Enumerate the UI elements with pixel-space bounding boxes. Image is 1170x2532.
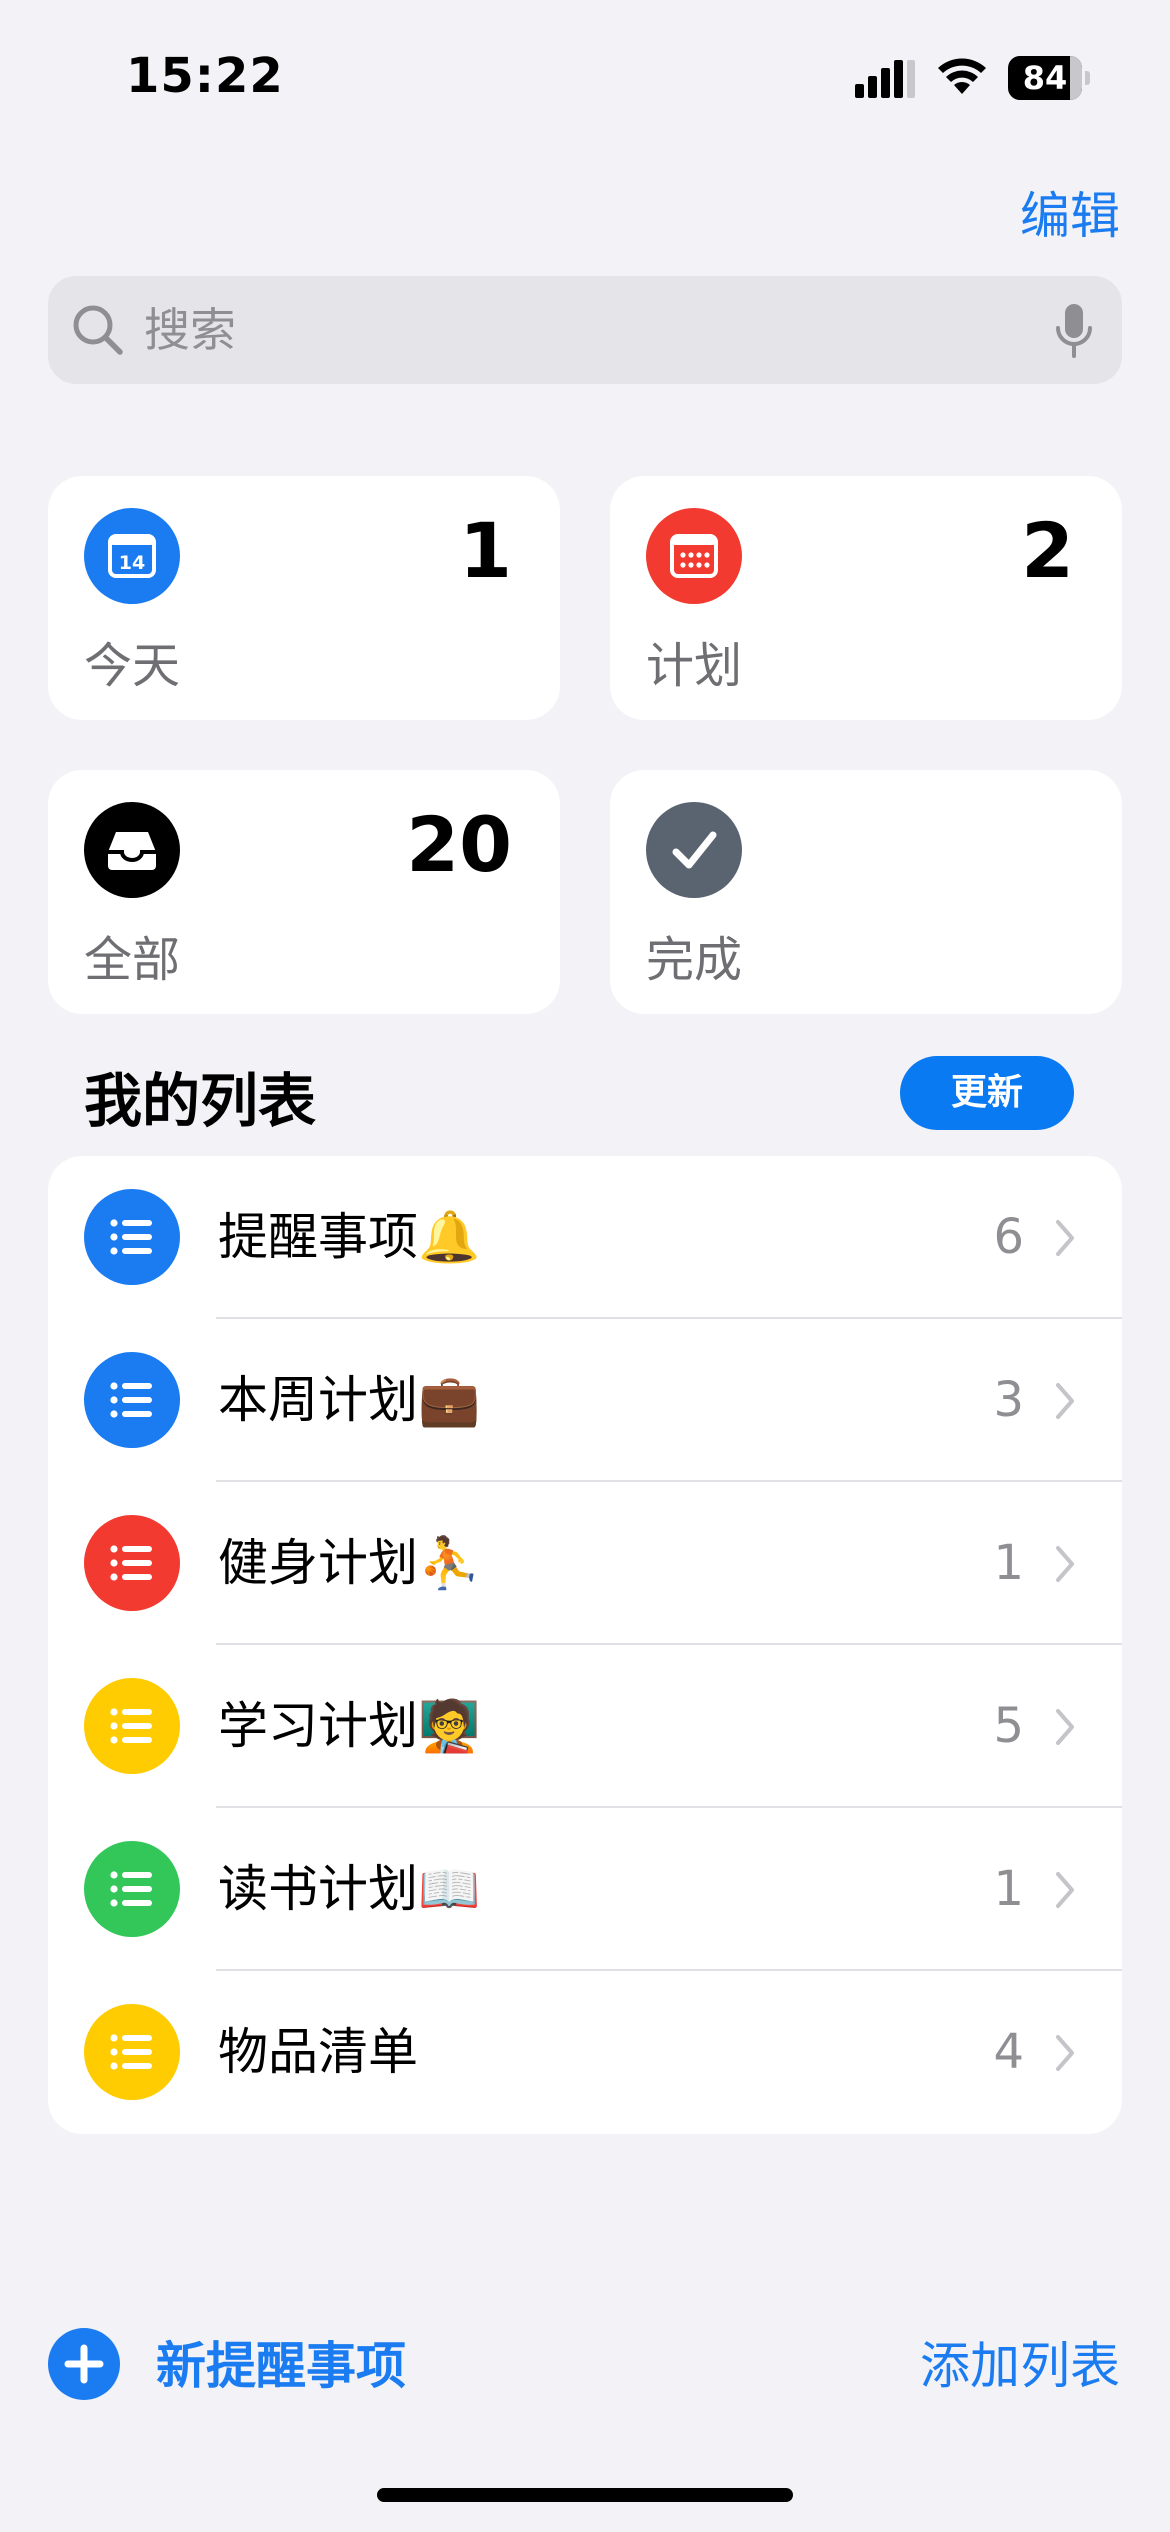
smart-list-label: 今天: [84, 638, 181, 694]
list-bullet-icon: [84, 1515, 180, 1611]
update-button[interactable]: 更新: [900, 1056, 1074, 1130]
list-item-count: 5: [993, 1698, 1024, 1754]
chevron-right-icon: [1056, 1709, 1074, 1745]
chevron-right-icon: [1056, 1220, 1074, 1256]
checkmark-icon: [646, 802, 742, 898]
list-item-label: 读书计划📖: [218, 1860, 481, 1918]
my-lists-title: 我的列表: [84, 1067, 317, 1135]
list-item[interactable]: 健身计划⛹ 1: [48, 1482, 1122, 1645]
battery-level: 84: [1022, 59, 1068, 97]
search-bar[interactable]: 搜索: [48, 276, 1122, 384]
status-bar: 15:22 84: [0, 0, 1170, 150]
my-lists: 提醒事项🔔 6 本周计划💼 3 健身计划⛹ 1 学习计划🧑‍🏫 5 读书计划📖 1 物品清单 4: [48, 1156, 1122, 2134]
list-item[interactable]: 读书计划📖 1: [48, 1808, 1122, 1971]
chevron-right-icon: [1056, 1546, 1074, 1582]
smart-list-count: 20: [406, 800, 512, 889]
smart-list-all[interactable]: 20 全部: [48, 770, 560, 1014]
wifi-icon: [938, 58, 986, 94]
smart-list-completed[interactable]: 完成: [610, 770, 1122, 1014]
smart-list-label: 全部: [84, 932, 181, 988]
smart-list-label: 计划: [646, 638, 743, 694]
list-item-count: 6: [993, 1209, 1024, 1265]
search-input[interactable]: 搜索: [144, 276, 236, 384]
chevron-right-icon: [1056, 1383, 1074, 1419]
smart-list-today[interactable]: 14 1 今天: [48, 476, 560, 720]
calendar-day-number: 14: [119, 552, 145, 574]
chevron-right-icon: [1056, 1872, 1074, 1908]
list-bullet-icon: [84, 1841, 180, 1937]
smart-list-count: 1: [459, 506, 512, 595]
edit-button[interactable]: 编辑: [1020, 176, 1120, 248]
smart-list-scheduled[interactable]: 2 计划: [610, 476, 1122, 720]
list-item[interactable]: 提醒事项🔔 6: [48, 1156, 1122, 1319]
tray-icon: [84, 802, 180, 898]
list-item-count: 4: [993, 2024, 1024, 2080]
list-bullet-icon: [84, 1678, 180, 1774]
smart-list-count: 2: [1021, 506, 1074, 595]
battery-icon: 84: [1008, 56, 1090, 100]
list-item-count: 1: [993, 1535, 1024, 1591]
list-item[interactable]: 学习计划🧑‍🏫 5: [48, 1645, 1122, 1808]
list-item[interactable]: 物品清单 4: [48, 1971, 1122, 2134]
chevron-right-icon: [1056, 2035, 1074, 2071]
list-bullet-icon: [84, 1352, 180, 1448]
list-item-label: 提醒事项🔔: [218, 1208, 481, 1266]
status-time: 15:22: [126, 48, 284, 104]
search-icon: [73, 305, 123, 355]
add-list-button[interactable]: 添加列表: [920, 2328, 1120, 2404]
signal-icon: [855, 60, 915, 98]
calendar-today-icon: 14: [84, 508, 180, 604]
smart-list-label: 完成: [646, 932, 743, 988]
calendar-grid-icon: [646, 508, 742, 604]
list-item-label: 本周计划💼: [218, 1371, 481, 1429]
list-item-count: 3: [993, 1372, 1024, 1428]
microphone-icon[interactable]: [1054, 302, 1094, 360]
list-bullet-icon: [84, 2004, 180, 2100]
plus-circle-icon: [48, 2328, 120, 2400]
new-reminder-label: 新提醒事项: [156, 2337, 406, 2395]
home-indicator: [377, 2488, 793, 2502]
list-item[interactable]: 本周计划💼 3: [48, 1319, 1122, 1482]
list-bullet-icon: [84, 1189, 180, 1285]
list-item-count: 1: [993, 1861, 1024, 1917]
list-item-label: 健身计划⛹: [218, 1534, 481, 1592]
list-item-label: 物品清单: [218, 2023, 418, 2081]
list-item-label: 学习计划🧑‍🏫: [218, 1697, 481, 1755]
